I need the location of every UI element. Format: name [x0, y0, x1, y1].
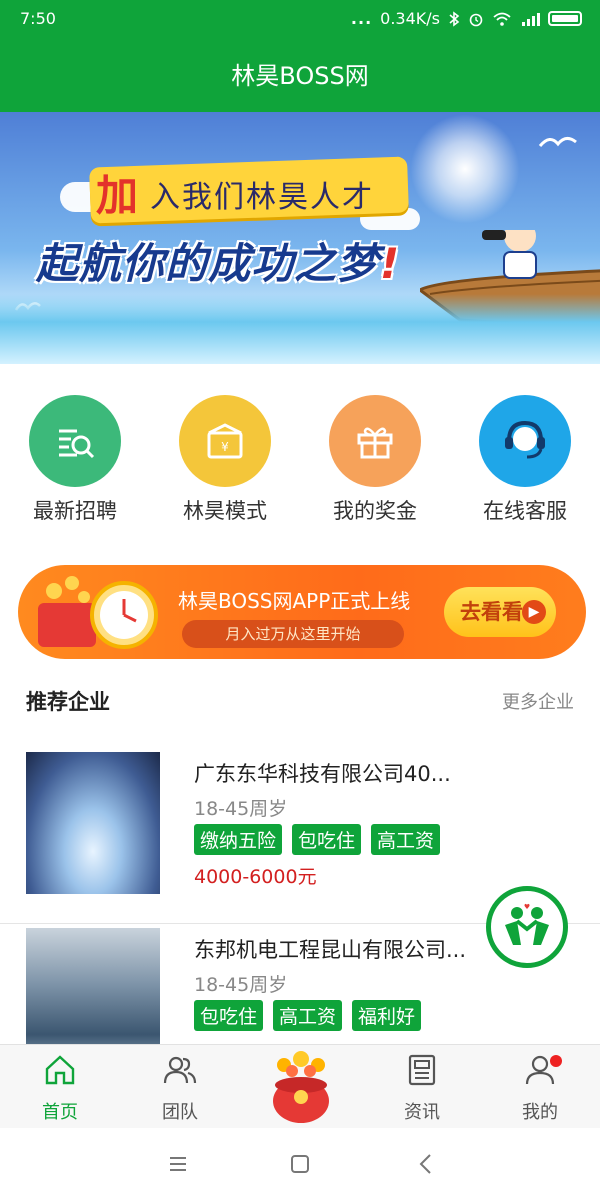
sun-glow — [410, 114, 520, 224]
gift-icon — [357, 427, 393, 459]
more-companies-link[interactable]: 更多企业 — [502, 688, 574, 714]
quick-entry-circle: ¥ — [179, 395, 271, 487]
bluetooth-icon — [449, 10, 460, 27]
promo-title: 林昊BOSS网APP正式上线 — [178, 589, 411, 613]
home-square-icon[interactable] — [286, 1150, 314, 1178]
news-icon — [408, 1054, 436, 1086]
system-navigation-bar — [0, 1128, 600, 1200]
back-icon[interactable] — [412, 1150, 440, 1178]
quick-entry-label: 我的奖金 — [333, 499, 417, 523]
headset-icon — [505, 420, 545, 459]
quick-entries: 最新招聘 ¥ 林昊模式 我的奖金 在线客服 — [0, 395, 600, 525]
promo-subtitle: 月入过万从这里开始 — [182, 620, 404, 648]
page-title: 林昊BOSS网 — [231, 62, 369, 90]
search-list-icon — [59, 429, 95, 459]
alarm-icon — [469, 13, 483, 26]
team-float-button[interactable]: ♥ — [486, 886, 568, 968]
notification-dot — [550, 1055, 562, 1067]
quick-entry-circle — [479, 395, 571, 487]
yuan-box-icon: ¥ — [207, 423, 243, 459]
banner-ribbon-text: 入我们林昊人才 — [150, 180, 374, 215]
benefit-tag: 福利好 — [352, 1000, 422, 1031]
nav-news[interactable]: 资讯 — [382, 1053, 462, 1124]
battery-icon — [548, 11, 582, 26]
benefit-tag: 高工资 — [273, 1000, 343, 1031]
team-icon — [163, 1056, 197, 1084]
benefit-tag: 包吃住 — [292, 824, 362, 855]
seagull-icon — [538, 137, 577, 147]
signal-icon — [522, 12, 540, 26]
nav-label: 团队 — [162, 1102, 198, 1123]
wifi-icon — [493, 12, 511, 26]
section-title: 推荐企业 — [26, 690, 110, 714]
quick-entry-label: 在线客服 — [483, 499, 567, 523]
people-logo-icon: ♥ — [505, 903, 549, 945]
red-envelope-icon[interactable] — [264, 1049, 338, 1127]
banner-ribbon-first-char: 加 — [96, 171, 139, 220]
age-range: 18-45周岁 — [194, 798, 288, 820]
benefit-tag: 高工资 — [371, 824, 441, 855]
play-arrow-icon: ▶ — [522, 600, 546, 624]
app-launch-promo[interactable]: 林昊BOSS网APP正式上线 月入过万从这里开始 去看看 ▶ — [18, 565, 586, 659]
quick-entry-circle — [29, 395, 121, 487]
svg-text:♥: ♥ — [524, 903, 530, 911]
company-thumbnail — [26, 752, 160, 894]
svg-text:¥: ¥ — [221, 440, 229, 454]
more-dots: ... — [350, 9, 373, 28]
home-icon — [45, 1055, 75, 1085]
status-time: 7:50 — [20, 9, 56, 28]
status-icons: ... 0.34K/s — [351, 9, 582, 28]
banner-slogan-mark: ! — [380, 239, 401, 288]
promo-go-button[interactable]: 去看看 ▶ — [444, 587, 556, 637]
banner-slogan: 起航你的成功之梦! — [36, 230, 400, 291]
status-bar: 7:50 ... 0.34K/s — [0, 0, 600, 36]
promo-go-button-label: 去看看 — [460, 600, 523, 624]
quick-entry-mode[interactable]: ¥ 林昊模式 — [150, 395, 300, 525]
bottom-navigation: 首页 团队 资讯 我的 — [0, 1044, 600, 1128]
salary: 4000-6000元 — [194, 866, 317, 888]
benefit-tags: 缴纳五险 包吃住 高工资 — [194, 824, 441, 855]
quick-entry-bonus[interactable]: 我的奖金 — [300, 395, 450, 525]
banner-slogan-text: 起航你的成功之梦 — [36, 239, 381, 288]
promo-banner-carousel[interactable]: 加 入我们林昊人才 起航你的成功之梦! — [0, 112, 600, 364]
nav-team[interactable]: 团队 — [140, 1053, 220, 1124]
quick-entry-circle — [329, 395, 421, 487]
quick-entry-latest-jobs[interactable]: 最新招聘 — [0, 395, 150, 525]
benefit-tag: 包吃住 — [194, 1000, 264, 1031]
menu-icon[interactable] — [164, 1150, 192, 1178]
age-range: 18-45周岁 — [194, 974, 288, 996]
quick-entry-label: 最新招聘 — [33, 499, 117, 523]
network-speed: 0.34K/s — [380, 9, 440, 28]
wave-decoration — [0, 294, 600, 364]
money-clock-illustration — [38, 576, 158, 649]
company-name: 广东东华科技有限公司40... — [194, 762, 451, 786]
nav-label: 我的 — [522, 1102, 558, 1123]
nav-home[interactable]: 首页 — [20, 1053, 100, 1124]
app-header: 7:50 ... 0.34K/s 林昊BOSS网 — [0, 0, 600, 112]
nav-label: 首页 — [42, 1102, 78, 1123]
nav-label: 资讯 — [404, 1102, 440, 1123]
benefit-tags: 包吃住 高工资 福利好 — [194, 1000, 422, 1031]
quick-entry-support[interactable]: 在线客服 — [450, 395, 600, 525]
nav-profile[interactable]: 我的 — [500, 1053, 580, 1124]
quick-entry-label: 林昊模式 — [183, 499, 267, 523]
benefit-tag: 缴纳五险 — [194, 824, 283, 855]
